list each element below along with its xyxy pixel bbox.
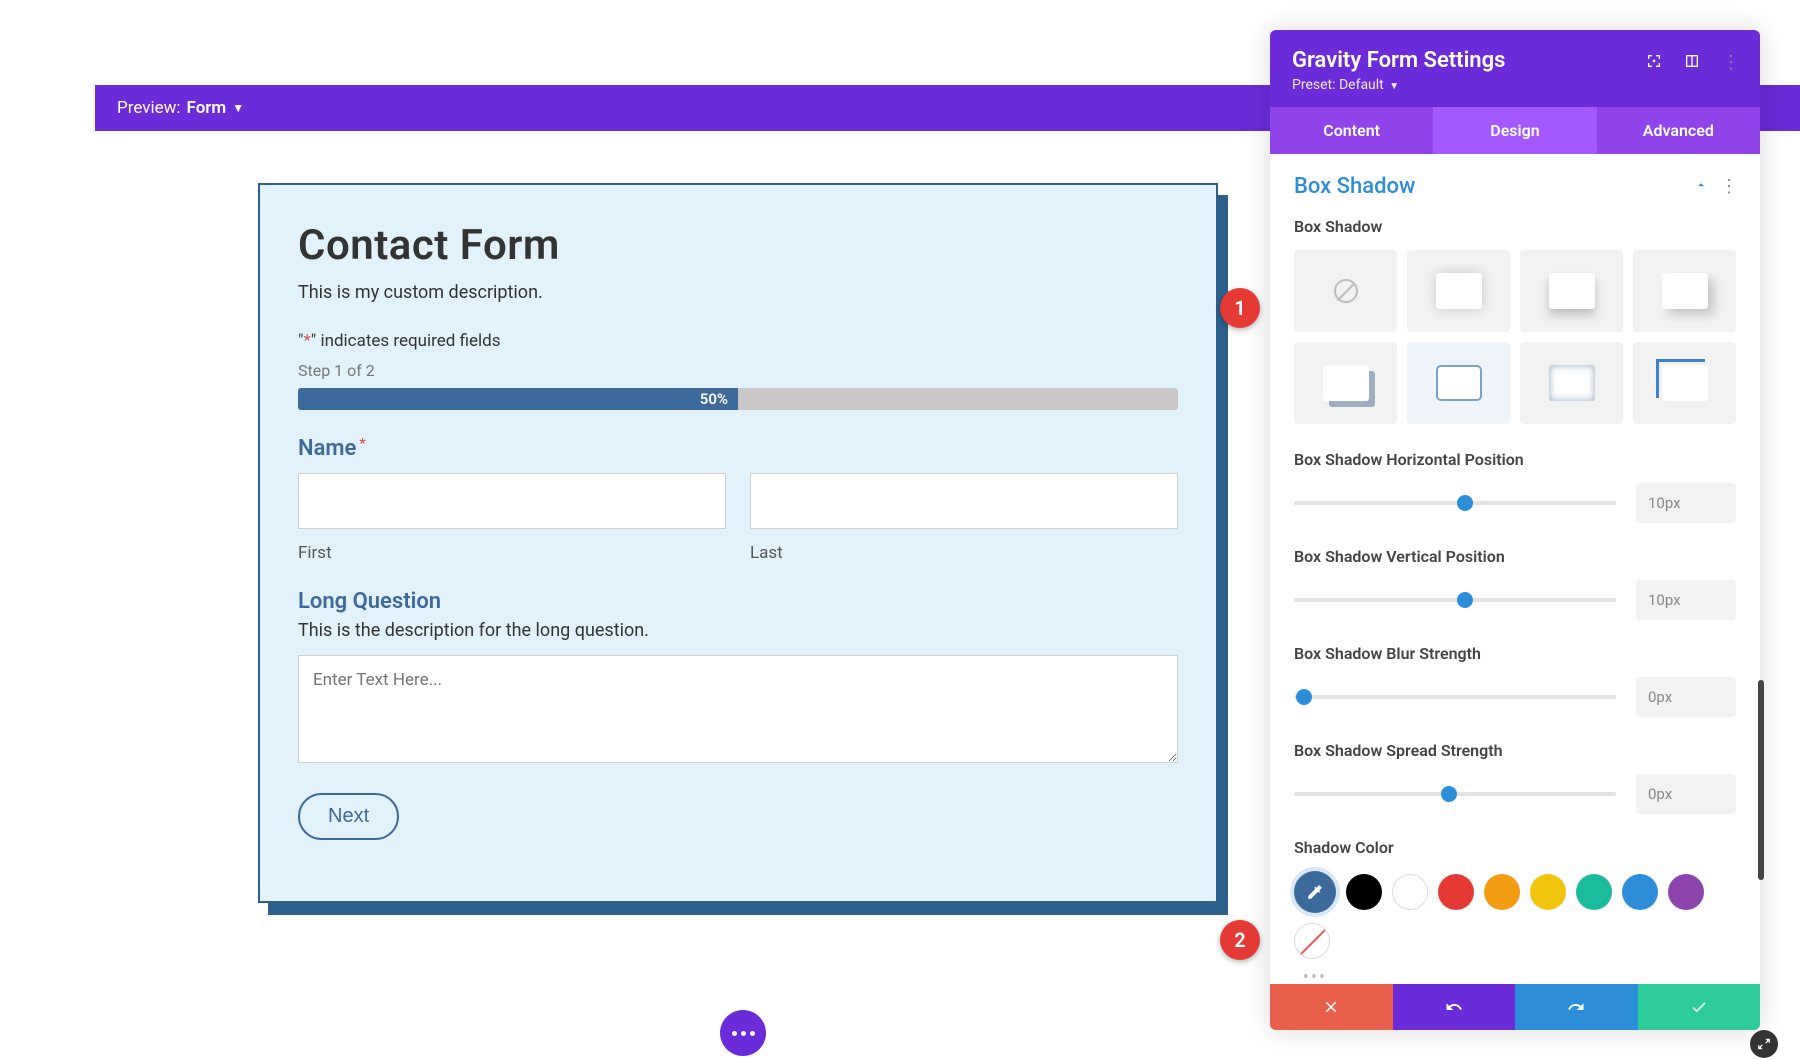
section-more-icon[interactable]: ⋮ xyxy=(1720,176,1736,197)
color-transparent[interactable] xyxy=(1294,923,1330,959)
shadow-color-label: Shadow Color xyxy=(1294,838,1736,857)
panel-footer xyxy=(1270,984,1760,1030)
settings-panel: Gravity Form Settings Preset: Default ▼ … xyxy=(1270,30,1760,1030)
more-icon[interactable]: ⋮ xyxy=(1722,52,1738,73)
color-swatches xyxy=(1294,871,1736,959)
shadow-preset-6[interactable] xyxy=(1520,342,1623,424)
shadow-none[interactable] xyxy=(1294,250,1397,332)
blur-label: Box Shadow Blur Strength xyxy=(1294,644,1736,663)
required-note: "*" indicates required fields xyxy=(298,331,1178,351)
long-question-label: Long Question xyxy=(298,589,1178,614)
chevron-down-icon[interactable]: ▼ xyxy=(232,101,244,115)
panel-preset[interactable]: Preset: Default ▼ xyxy=(1292,77,1646,93)
form-card: Contact Form This is my custom descripti… xyxy=(258,183,1218,903)
tab-content[interactable]: Content xyxy=(1270,107,1433,154)
long-question-textarea[interactable] xyxy=(298,655,1178,763)
panel-body: Box Shadow ⋮ Box Shadow Box Shadow Horiz… xyxy=(1270,154,1760,984)
name-label: Name* xyxy=(298,436,1178,461)
last-name-input[interactable] xyxy=(750,473,1178,529)
color-orange[interactable] xyxy=(1484,874,1520,910)
shadow-presets xyxy=(1294,250,1736,424)
redo-button[interactable] xyxy=(1515,984,1638,1030)
first-sublabel: First xyxy=(298,543,726,563)
spread-value[interactable]: 0px xyxy=(1636,774,1736,814)
blur-slider[interactable] xyxy=(1294,695,1616,699)
next-button[interactable]: Next xyxy=(298,793,399,840)
color-yellow[interactable] xyxy=(1530,874,1566,910)
scrollbar[interactable] xyxy=(1758,680,1764,880)
focus-icon[interactable] xyxy=(1646,53,1662,73)
color-black[interactable] xyxy=(1346,874,1382,910)
vpos-label: Box Shadow Vertical Position xyxy=(1294,547,1736,566)
hpos-slider[interactable] xyxy=(1294,501,1616,505)
progress-fill: 50% xyxy=(298,388,738,410)
annotation-2: 2 xyxy=(1220,920,1260,960)
tab-design[interactable]: Design xyxy=(1433,107,1596,154)
form-title: Contact Form xyxy=(298,221,1178,270)
long-question-desc: This is the description for the long que… xyxy=(298,620,1178,641)
color-white[interactable] xyxy=(1392,874,1428,910)
shadow-preset-2[interactable] xyxy=(1520,250,1623,332)
expand-button[interactable] xyxy=(1750,1030,1778,1058)
layout-icon[interactable] xyxy=(1684,53,1700,73)
confirm-button[interactable] xyxy=(1638,984,1761,1030)
last-sublabel: Last xyxy=(750,543,1178,563)
spread-slider[interactable] xyxy=(1294,792,1616,796)
spread-label: Box Shadow Spread Strength xyxy=(1294,741,1736,760)
undo-button[interactable] xyxy=(1393,984,1516,1030)
shadow-preset-4[interactable] xyxy=(1294,342,1397,424)
vpos-value[interactable]: 10px xyxy=(1636,580,1736,620)
shadow-preset-3[interactable] xyxy=(1633,250,1736,332)
step-indicator: Step 1 of 2 xyxy=(298,361,1178,380)
presets-label: Box Shadow xyxy=(1294,217,1736,236)
shadow-preset-7[interactable] xyxy=(1633,342,1736,424)
more-colors-icon[interactable]: ••• xyxy=(1294,967,1336,984)
first-name-input[interactable] xyxy=(298,473,726,529)
panel-title: Gravity Form Settings xyxy=(1292,48,1646,73)
color-purple[interactable] xyxy=(1668,874,1704,910)
hpos-value[interactable]: 10px xyxy=(1636,483,1736,523)
vpos-slider[interactable] xyxy=(1294,598,1616,602)
color-picker-button[interactable] xyxy=(1294,871,1336,913)
preview-label: Preview: xyxy=(117,98,181,118)
shadow-preset-5[interactable] xyxy=(1407,342,1510,424)
annotation-1: 1 xyxy=(1220,288,1260,328)
color-blue[interactable] xyxy=(1622,874,1658,910)
page-actions-button[interactable] xyxy=(720,1010,766,1056)
form-description: This is my custom description. xyxy=(298,282,1178,303)
collapse-icon[interactable] xyxy=(1694,177,1708,196)
tab-advanced[interactable]: Advanced xyxy=(1597,107,1760,154)
preview-value[interactable]: Form xyxy=(187,98,227,118)
hpos-label: Box Shadow Horizontal Position xyxy=(1294,450,1736,469)
cancel-button[interactable] xyxy=(1270,984,1393,1030)
color-teal[interactable] xyxy=(1576,874,1612,910)
color-red[interactable] xyxy=(1438,874,1474,910)
panel-tabs: Content Design Advanced xyxy=(1270,107,1760,154)
progress-bar: 50% xyxy=(298,388,1178,410)
shadow-preset-1[interactable] xyxy=(1407,250,1510,332)
blur-value[interactable]: 0px xyxy=(1636,677,1736,717)
panel-header: Gravity Form Settings Preset: Default ▼ … xyxy=(1270,30,1760,107)
section-title[interactable]: Box Shadow xyxy=(1294,174,1415,199)
